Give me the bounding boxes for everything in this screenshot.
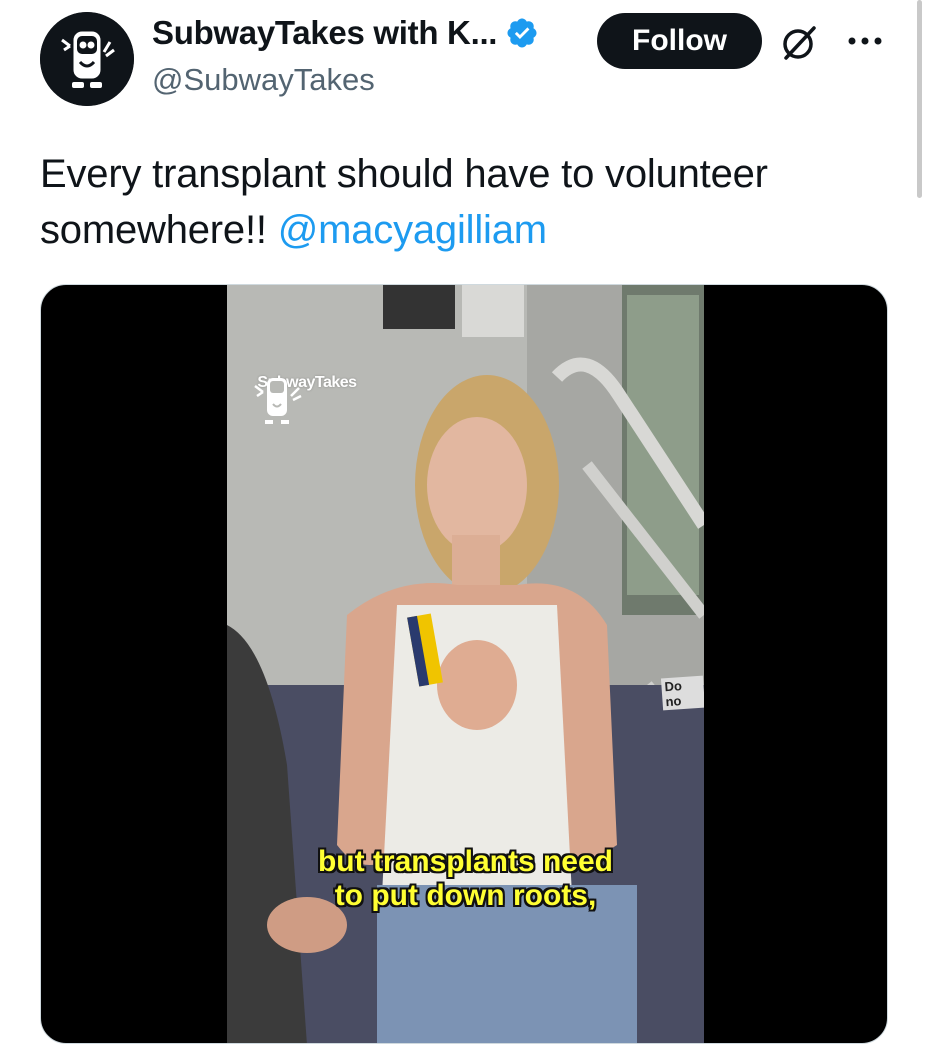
author-display-name[interactable]: SubwayTakes with K...: [152, 14, 497, 52]
tweet-video[interactable]: SubwayTakes Do no but transplants need t…: [40, 284, 888, 1044]
author-avatar[interactable]: [40, 12, 134, 106]
more-options-icon[interactable]: [845, 34, 885, 48]
subwaytakes-watermark: SubwayTakes: [247, 372, 367, 424]
caption-line-1: but transplants need: [317, 845, 614, 878]
grok-icon[interactable]: [778, 22, 820, 64]
page-scrollbar[interactable]: [917, 0, 922, 198]
video-frame: SubwayTakes Do no but transplants need t…: [227, 285, 704, 1043]
watermark-mascot-icon: [254, 378, 302, 424]
verified-badge-icon: [507, 18, 537, 48]
author-handle[interactable]: @SubwayTakes: [152, 62, 375, 98]
caption-line-2: to put down roots,: [334, 879, 597, 912]
video-caption: but transplants need to put down roots,: [227, 845, 704, 913]
door-sign: Do no: [660, 675, 704, 711]
author-name-row[interactable]: SubwayTakes with K...: [152, 14, 539, 52]
mention-link[interactable]: @macyagilliam: [278, 208, 547, 252]
tweet-text: Every transplant should have to voluntee…: [40, 146, 880, 258]
follow-button[interactable]: Follow: [597, 13, 762, 69]
subwaytakes-mascot-icon: [40, 12, 134, 106]
